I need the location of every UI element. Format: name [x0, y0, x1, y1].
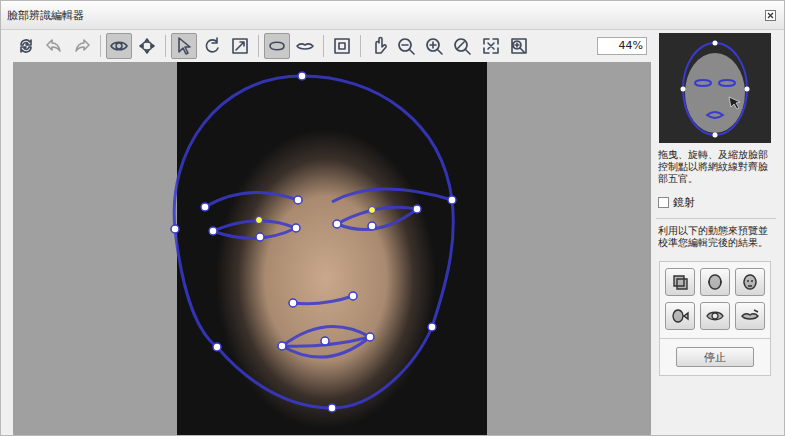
mirror-checkbox[interactable]: 鏡射: [658, 195, 776, 210]
tool-button[interactable]: [227, 33, 253, 59]
tool-icon: [509, 36, 529, 56]
tool-button[interactable]: [134, 33, 160, 59]
tool-button[interactable]: [171, 33, 197, 59]
tool-button[interactable]: [506, 33, 532, 59]
tool-button[interactable]: [199, 33, 225, 59]
tool-button[interactable]: [106, 33, 132, 59]
face-guide-icon: [659, 33, 771, 143]
tool-icon: [44, 36, 64, 56]
tool-button[interactable]: [394, 33, 420, 59]
tool-button[interactable]: [478, 33, 504, 59]
tool-icon: [72, 36, 92, 56]
instructions-text: 拖曳、旋轉、及縮放臉部控制點以將網紋線對齊臉部五官。: [658, 149, 774, 185]
tool-icon: [267, 36, 287, 56]
tool-icon: [174, 36, 194, 56]
tool-icon: [481, 36, 501, 56]
tool-icon: [109, 36, 129, 56]
tool-button[interactable]: [69, 33, 95, 59]
tool-icon: [453, 36, 473, 56]
preview-icon: [705, 272, 725, 292]
preview-icon: [705, 306, 725, 326]
tool-icon: [369, 36, 389, 56]
tool-icon: [16, 36, 36, 56]
tool-button[interactable]: [41, 33, 67, 59]
tool-icon: [295, 36, 315, 56]
tool-icon: [397, 36, 417, 56]
tool-icon: [202, 36, 222, 56]
toolbar-separator: [360, 35, 361, 57]
title-bar: 臉部辨識編輯器: [1, 1, 784, 30]
toolbar: 44%: [1, 30, 651, 62]
preview-icon: [670, 272, 690, 292]
tool-button[interactable]: [13, 33, 39, 59]
toolbar-separator: [323, 35, 324, 57]
preview-panel: 停止: [659, 261, 771, 376]
preview-button[interactable]: [700, 302, 730, 330]
preview-button[interactable]: [665, 302, 695, 330]
preview-icon: [670, 306, 690, 326]
preview-button[interactable]: [735, 302, 765, 330]
tool-button[interactable]: [422, 33, 448, 59]
tool-button[interactable]: [292, 33, 318, 59]
tool-button[interactable]: [450, 33, 476, 59]
preview-button[interactable]: [735, 268, 765, 296]
checkbox-box[interactable]: [658, 197, 669, 208]
stop-button[interactable]: 停止: [676, 347, 754, 367]
tool-button[interactable]: [329, 33, 355, 59]
tool-icon: [230, 36, 250, 56]
preview-icon: [740, 306, 760, 326]
preview-icon: [740, 272, 760, 292]
preview-button[interactable]: [700, 268, 730, 296]
face-thumbnail: [659, 33, 771, 143]
window-title: 臉部辨識編輯器: [7, 8, 84, 23]
close-icon[interactable]: [765, 10, 776, 21]
tool-icon: [137, 36, 157, 56]
tool-icon: [425, 36, 445, 56]
toolbar-separator: [100, 35, 101, 57]
face-mesh-overlay[interactable]: [177, 62, 487, 436]
tool-button[interactable]: [366, 33, 392, 59]
face-photo: [177, 62, 487, 436]
tool-button[interactable]: [264, 33, 290, 59]
canvas: [13, 62, 651, 436]
side-panel: 拖曳、旋轉、及縮放臉部控制點以將網紋線對齊臉部五官。 鏡射 利用以下的動態來預覽…: [656, 30, 776, 436]
face-editor-window: 臉部辨識編輯器 44% 拖曳、旋轉、及縮放臉部控制點以將網紋線對齊臉部五官。 鏡…: [0, 0, 785, 436]
tool-icon: [332, 36, 352, 56]
toolbar-separator: [165, 35, 166, 57]
toolbar-separator: [258, 35, 259, 57]
zoom-field[interactable]: 44%: [597, 37, 647, 55]
preview-text: 利用以下的動態來預覽並校準您編輯完後的結果。: [658, 225, 774, 249]
preview-button[interactable]: [665, 268, 695, 296]
